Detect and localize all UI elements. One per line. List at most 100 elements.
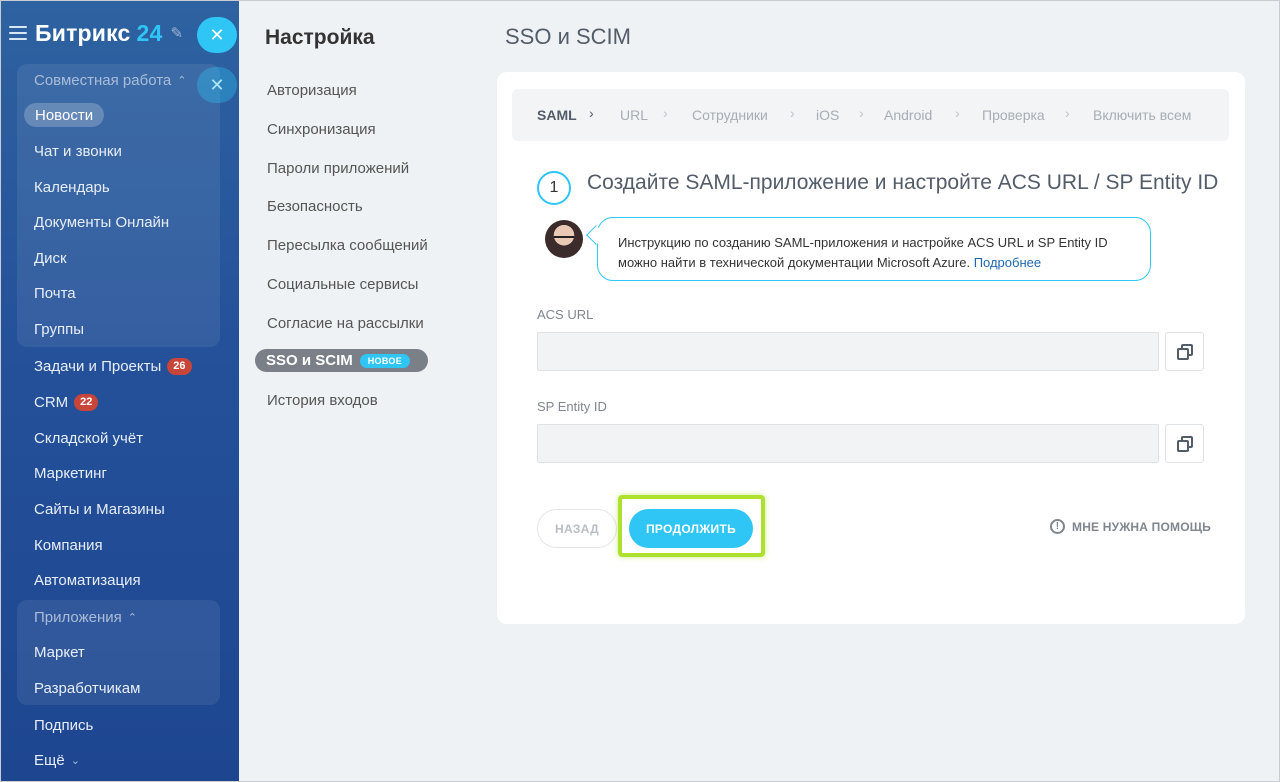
step-enable-all[interactable]: Включить всем <box>1093 107 1191 123</box>
acs-url-label: ACS URL <box>537 307 594 322</box>
step-employees[interactable]: Сотрудники <box>692 107 768 123</box>
chevron-up-icon: ⌃ <box>177 74 187 87</box>
close-slider-button[interactable]: ✕ <box>197 17 237 53</box>
sidebar-item-label: Ещё <box>34 751 65 769</box>
nav-item-sso-scim[interactable]: SSO и SCIM НОВОЕ <box>255 349 429 372</box>
sidebar-item-label: Новости <box>35 106 94 124</box>
nav-item-authorization[interactable]: Авторизация <box>267 82 357 99</box>
group-collab-label: Совместная работа <box>34 71 172 89</box>
assistant-avatar <box>545 220 583 258</box>
group-apps-label: Приложения <box>34 608 122 626</box>
info-icon: ! <box>1050 519 1065 534</box>
sidebar-item-label: Складской учёт <box>34 429 144 447</box>
nav-item-security[interactable]: Безопасность <box>267 198 363 215</box>
nav-item-login-history[interactable]: История входов <box>267 392 378 409</box>
app-sidebar: Битрикс 24 ✎ Совместная работа ⌃ Новости Ч… <box>0 0 239 782</box>
sidebar-item-docs[interactable]: Документы Онлайн <box>34 210 169 234</box>
chevron-right-icon: › <box>663 105 668 121</box>
sidebar-item-label: Документы Онлайн <box>34 213 170 231</box>
continue-button[interactable]: ПРОДОЛЖИТЬ <box>629 509 753 548</box>
sidebar-item-label: Маркет <box>34 643 85 661</box>
hint-bubble: Инструкцию по созданию SAML-приложения и… <box>597 217 1151 281</box>
close-icon: ✕ <box>209 24 225 45</box>
chevron-up-icon: ⌃ <box>127 611 137 624</box>
sidebar-item-tasks[interactable]: Задачи и Проекты 26 <box>34 354 192 378</box>
group-collab-header[interactable]: Совместная работа ⌃ <box>34 68 186 92</box>
wizard-card: SAML › URL › Сотрудники › iOS › Android … <box>497 72 1245 624</box>
logo-number: 24 <box>136 19 163 46</box>
new-badge: НОВОЕ <box>359 353 411 368</box>
nav-item-consent[interactable]: Согласие на рассылки <box>267 315 424 332</box>
close-icon: ✕ <box>209 74 225 95</box>
step-check[interactable]: Проверка <box>982 107 1045 123</box>
sidebar-item-label: Автоматизация <box>34 571 141 589</box>
step-heading: Создайте SAML-приложение и настройте ACS… <box>587 171 1219 194</box>
sidebar-item-groups[interactable]: Группы <box>34 317 84 341</box>
page-title: SSO и SCIM <box>505 24 631 49</box>
sidebar-item-developers[interactable]: Разработчикам <box>34 676 140 700</box>
nav-item-forwarding[interactable]: Пересылка сообщений <box>267 237 428 254</box>
nav-item-app-passwords[interactable]: Пароли приложений <box>267 160 409 177</box>
acs-url-input[interactable] <box>537 332 1159 371</box>
sp-entity-id-input[interactable] <box>537 424 1159 463</box>
sidebar-item-sites[interactable]: Сайты и Магазины <box>34 497 165 521</box>
sidebar-item-label: Группы <box>34 320 84 338</box>
help-label: МНЕ НУЖНА ПОМОЩЬ <box>1072 519 1211 534</box>
sidebar-item-company[interactable]: Компания <box>34 533 103 557</box>
copy-icon <box>1176 343 1193 360</box>
sidebar-item-label: Компания <box>34 536 103 554</box>
chevron-right-icon: › <box>790 105 795 121</box>
sidebar-item-inventory[interactable]: Складской учёт <box>34 426 143 450</box>
sidebar-item-news[interactable]: Новости <box>24 103 105 127</box>
sidebar-item-label: Сайты и Магазины <box>34 500 165 518</box>
sp-entity-id-label: SP Entity ID <box>537 399 607 414</box>
sidebar-item-label: Диск <box>34 249 67 267</box>
sidebar-item-crm[interactable]: CRM 22 <box>34 390 99 414</box>
nav-item-social[interactable]: Социальные сервисы <box>267 276 418 293</box>
back-button[interactable]: НАЗАД <box>537 509 617 548</box>
sidebar-item-label: Чат и звонки <box>34 142 122 160</box>
step-android[interactable]: Android <box>884 107 932 123</box>
group-apps-header[interactable]: Приложения ⌃ <box>34 605 137 629</box>
settings-nav: Настройка Авторизация Синхронизация Паро… <box>239 0 496 782</box>
edit-pencil-icon[interactable]: ✎ <box>171 24 184 42</box>
chevron-right-icon: › <box>955 105 960 121</box>
sidebar-item-disk[interactable]: Диск <box>34 246 67 270</box>
hint-more-link[interactable]: Подробнее <box>974 255 1041 270</box>
wizard-stepper: SAML › URL › Сотрудники › iOS › Android … <box>512 89 1229 141</box>
step-url[interactable]: URL <box>620 107 648 123</box>
glasses-shape <box>554 236 574 241</box>
step-number-badge: 1 <box>537 171 571 205</box>
sidebar-item-marketing[interactable]: Маркетинг <box>34 461 107 485</box>
logo-name: Битрикс <box>35 19 131 46</box>
sidebar-item-automation[interactable]: Автоматизация <box>34 568 141 592</box>
sidebar-item-label: Маркетинг <box>34 464 107 482</box>
help-link[interactable]: ! МНЕ НУЖНА ПОМОЩЬ <box>1050 519 1211 534</box>
menu-burger-icon[interactable] <box>9 26 27 40</box>
chevron-right-icon: › <box>589 105 594 121</box>
sidebar-item-label: CRM <box>34 393 69 411</box>
sidebar-item-chat[interactable]: Чат и звонки <box>34 139 122 163</box>
crm-counter-badge: 22 <box>74 393 99 411</box>
sidebar-item-calendar[interactable]: Календарь <box>34 175 110 199</box>
copy-icon <box>1176 435 1193 452</box>
settings-title: Настройка <box>265 26 375 49</box>
step-ios[interactable]: iOS <box>816 107 839 123</box>
sidebar-item-label: Календарь <box>34 178 110 196</box>
copy-acs-url-button[interactable] <box>1165 332 1204 371</box>
copy-sp-entity-id-button[interactable] <box>1165 424 1204 463</box>
step-saml[interactable]: SAML <box>537 107 577 123</box>
sidebar-item-market[interactable]: Маркет <box>34 640 85 664</box>
sidebar-item-signature[interactable]: Подпись <box>34 713 93 737</box>
bitrix-logo[interactable]: Битрикс 24 <box>35 20 163 47</box>
tasks-counter-badge: 26 <box>167 357 192 375</box>
sidebar-item-more[interactable]: Ещё ⌄ <box>34 748 80 772</box>
nav-item-sync[interactable]: Синхронизация <box>267 121 376 138</box>
sidebar-item-label: Разработчикам <box>34 679 141 697</box>
sidebar-item-label: Подпись <box>34 716 94 734</box>
chevron-right-icon: › <box>1065 105 1070 121</box>
chevron-right-icon: › <box>859 105 864 121</box>
close-slider-back-button[interactable]: ✕ <box>197 67 237 103</box>
sidebar-item-mail[interactable]: Почта <box>34 281 76 305</box>
sidebar-item-label: Задачи и Проекты <box>34 357 162 375</box>
